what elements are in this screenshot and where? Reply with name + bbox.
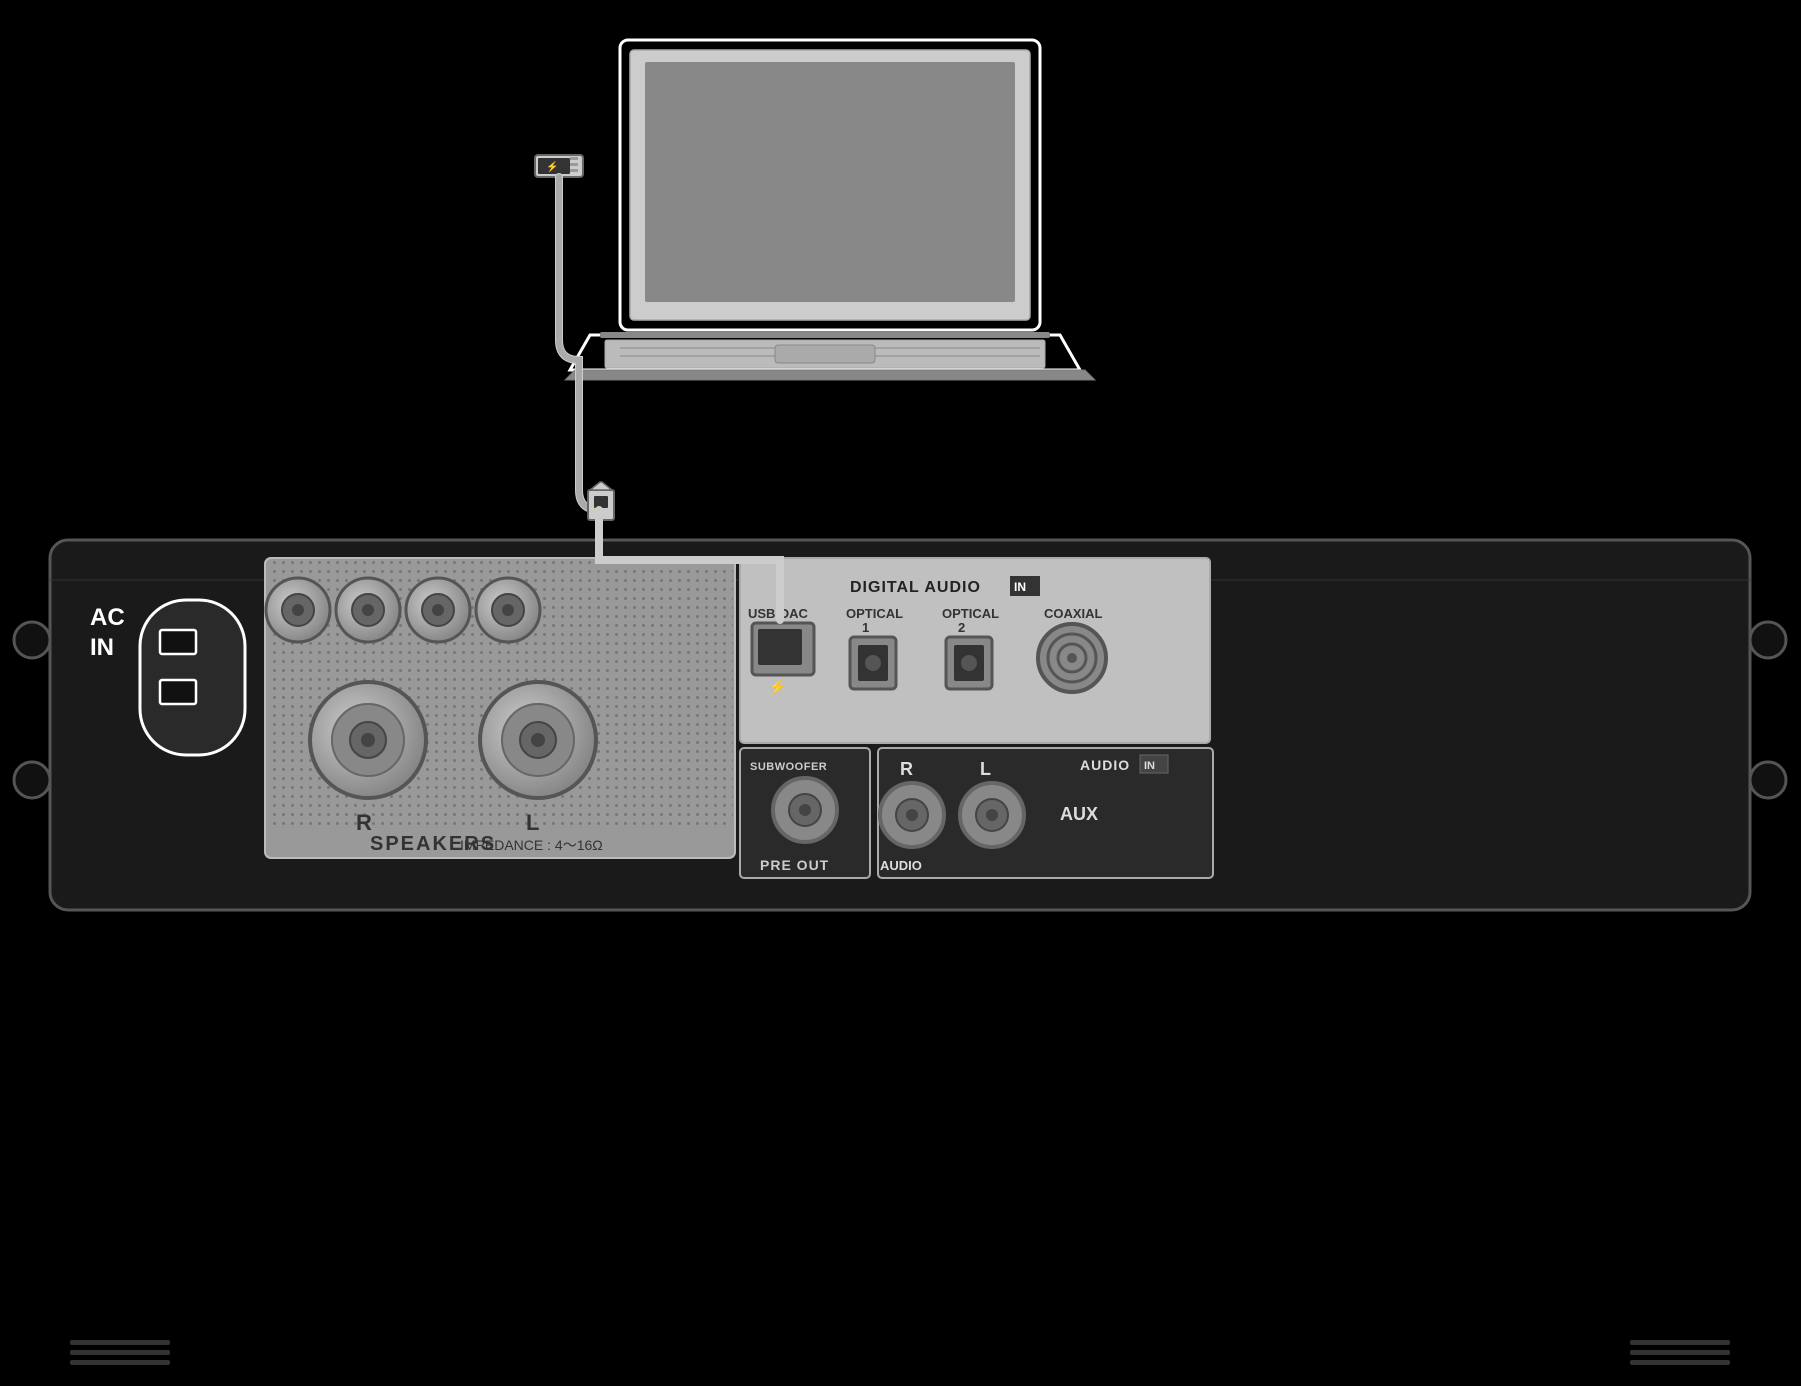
svg-text:L: L xyxy=(526,810,539,835)
r-channel-label: R xyxy=(900,759,913,779)
bottom-vents-right xyxy=(1630,1340,1730,1365)
digital-audio-in-badge: IN xyxy=(1014,580,1026,594)
usb-cable: ⚡ ⚡ ⚡ xyxy=(535,155,734,623)
l-channel-label: L xyxy=(980,759,991,779)
impedance-label: IMPEDANCE : 4～16Ω xyxy=(460,837,603,853)
ac-in-label2: IN xyxy=(90,634,114,661)
optical-1-label: OPTICAL xyxy=(846,606,903,621)
svg-text:2: 2 xyxy=(958,620,965,635)
svg-text:⚡: ⚡ xyxy=(712,601,734,623)
audio-section-label: AUDIO xyxy=(880,858,922,873)
svg-text:+: + xyxy=(426,577,435,594)
svg-text:1: 1 xyxy=(862,620,869,635)
svg-text:+: + xyxy=(286,577,295,594)
coaxial-label: COAXIAL xyxy=(1044,606,1103,621)
svg-text:⚡: ⚡ xyxy=(591,499,602,511)
svg-text:⚡: ⚡ xyxy=(546,160,558,173)
usb-dac-label: USB-DAC xyxy=(748,606,809,621)
digital-audio-title: DIGITAL AUDIO xyxy=(850,579,981,596)
ac-in-label: AC xyxy=(90,604,125,631)
svg-text:-: - xyxy=(356,577,361,594)
bottom-vents-left xyxy=(70,1340,170,1365)
subwoofer-label: SUBWOOFER xyxy=(750,761,827,773)
audio-in-label: AUDIO xyxy=(1080,757,1130,773)
speakers-label: SPEAKERS xyxy=(370,833,496,855)
amp-panel: AC IN + - + - xyxy=(14,540,1786,910)
svg-text:-: - xyxy=(496,577,501,594)
svg-text:⚡: ⚡ xyxy=(768,678,787,696)
optical-2-label: OPTICAL xyxy=(942,606,999,621)
aux-label: AUX xyxy=(1060,804,1098,824)
pre-out-label: PRE OUT xyxy=(760,857,829,873)
audio-in-badge: IN xyxy=(1144,760,1155,772)
svg-text:R: R xyxy=(356,810,372,835)
laptop-illustration xyxy=(565,40,1095,380)
